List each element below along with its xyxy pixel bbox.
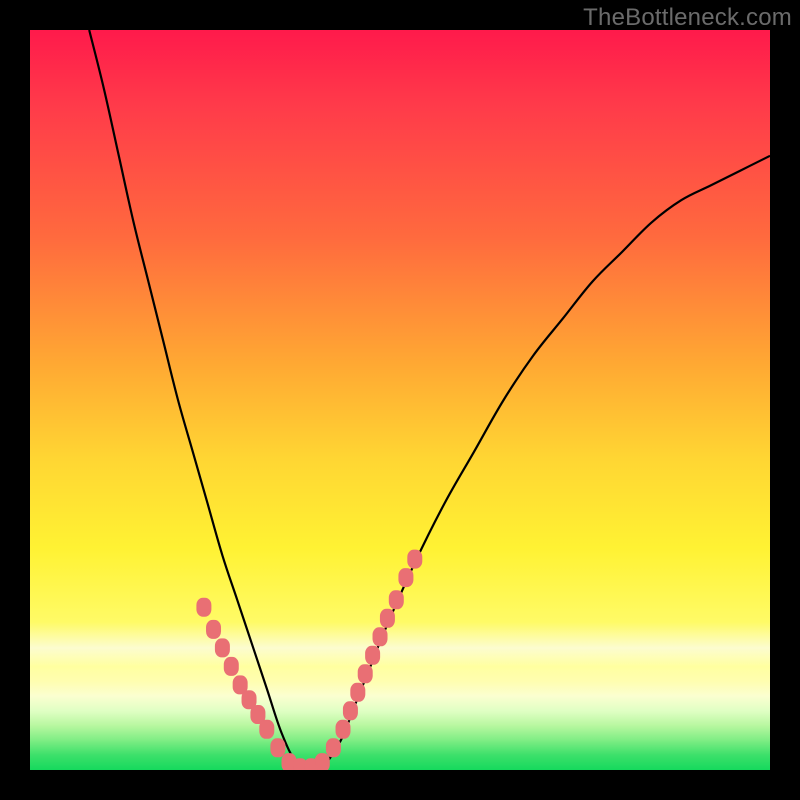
curve-marker — [224, 657, 238, 675]
curve-marker — [373, 628, 387, 646]
curve-marker — [343, 702, 357, 720]
outer-frame: TheBottleneck.com — [0, 0, 800, 800]
curve-marker — [358, 665, 372, 683]
curve-marker — [197, 598, 211, 616]
curve-marker — [351, 683, 365, 701]
curve-marker — [207, 620, 221, 638]
curve-marker — [380, 609, 394, 627]
plot-area — [30, 30, 770, 770]
watermark-text: TheBottleneck.com — [583, 4, 792, 32]
curve-marker — [260, 720, 274, 738]
curve-marker — [326, 739, 340, 757]
curve-marker — [389, 591, 403, 609]
curve-marker — [408, 550, 422, 568]
curve-marker — [366, 646, 380, 664]
curve-marker — [336, 720, 350, 738]
curve-marker — [271, 739, 285, 757]
curve-marker — [315, 754, 329, 770]
bottleneck-curve-path — [89, 30, 770, 770]
curve-marker — [399, 569, 413, 587]
chart-svg — [30, 30, 770, 770]
curve-marker — [215, 639, 229, 657]
